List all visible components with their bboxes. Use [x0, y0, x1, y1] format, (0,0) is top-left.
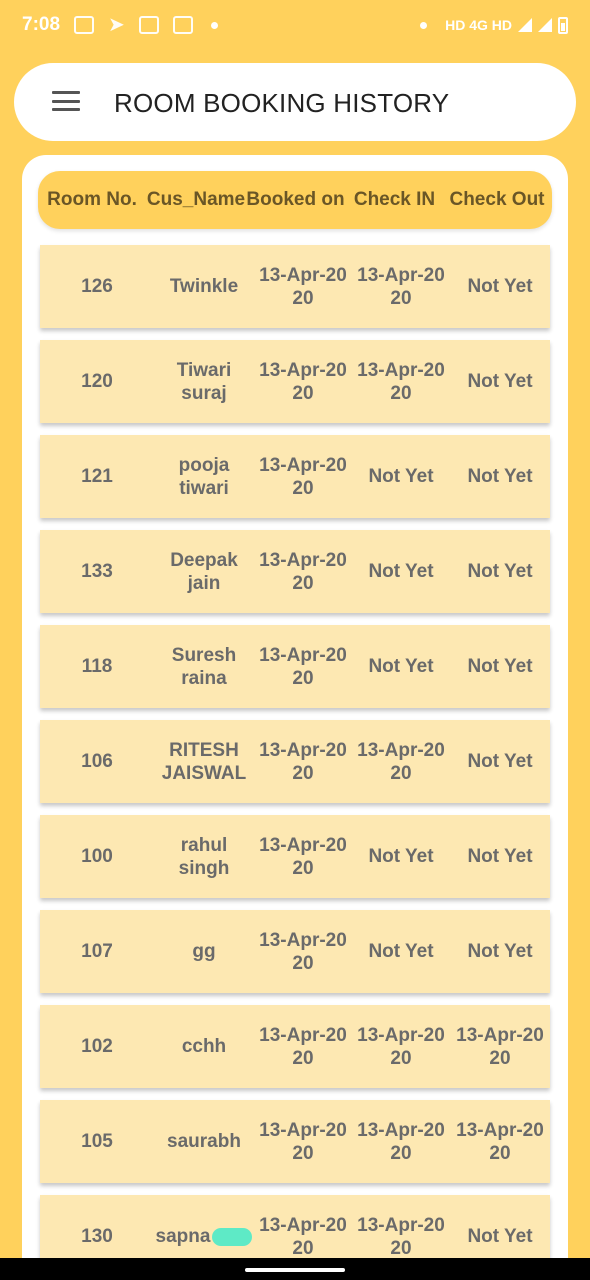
table-row[interactable]: 106 RITESH JAISWAL 13-Apr-20 20 13-Apr-20 20 No… — [40, 720, 550, 803]
cell-booked-on: 13-Apr-20 20 — [259, 454, 347, 499]
cell-booked-on: 13-Apr-20 20 — [259, 1214, 347, 1259]
cell-customer-name: Suresh raina — [171, 644, 237, 689]
cell-booked-on: 13-Apr-20 20 — [259, 834, 347, 879]
cell-room-no: 105 — [81, 1131, 113, 1152]
cell-booked-on: 13-Apr-20 20 — [259, 1024, 347, 1069]
cell-customer-name: Deepak jain — [170, 549, 238, 594]
cell-check-out: 13-Apr-20 20 — [456, 1024, 544, 1069]
table-row[interactable]: 107 gg 13-Apr-20 20 Not Yet Not Yet — [40, 910, 550, 993]
cell-room-no: 120 — [81, 371, 113, 392]
cell-customer-name: pooja tiwari — [178, 454, 230, 499]
signal-icon — [518, 18, 532, 32]
status-bar: 7:08 ➤ HD 4G HD — [0, 0, 590, 50]
cell-check-in: 13-Apr-20 20 — [357, 739, 445, 784]
cell-booked-on: 13-Apr-20 20 — [259, 739, 347, 784]
page-title: ROOM BOOKING HISTORY — [114, 88, 450, 118]
calculator-icon-2 — [172, 16, 193, 34]
cell-check-out: Not Yet — [467, 656, 533, 677]
cell-room-no: 106 — [81, 751, 113, 772]
cell-booked-on: 13-Apr-20 20 — [259, 1119, 347, 1164]
cell-check-out: Not Yet — [467, 846, 533, 867]
cell-room-no: 102 — [81, 1036, 113, 1057]
table-row[interactable]: 102 cchh 13-Apr-20 20 13-Apr-20 20 13-Apr-20 20 — [40, 1005, 550, 1088]
battery-icon — [558, 16, 568, 34]
table-row[interactable]: 130 sapna 13-Apr-20 20 13-Apr-20 20 Not Yet — [40, 1195, 550, 1265]
cell-check-out: Not Yet — [467, 1226, 533, 1247]
cell-check-out: Not Yet — [467, 751, 533, 772]
cell-room-no: 107 — [81, 941, 113, 962]
cell-check-in: 13-Apr-20 20 — [357, 1024, 445, 1069]
cell-check-in: Not Yet — [368, 846, 434, 867]
news-icon — [74, 16, 95, 34]
booking-list[interactable]: 126 Twinkle 13-Apr-20 20 13-Apr-20 20 Not Yet 1… — [40, 245, 550, 1265]
cell-booked-on: 13-Apr-20 20 — [259, 264, 347, 309]
cell-check-out: Not Yet — [467, 276, 533, 297]
column-header-check-in: Check IN — [353, 189, 436, 210]
cell-booked-on: 13-Apr-20 20 — [259, 359, 347, 404]
table-row[interactable]: 133 Deepak jain 13-Apr-20 20 Not Yet Not Yet — [40, 530, 550, 613]
column-header-check-out: Check Out — [449, 189, 545, 210]
column-header-room-no: Room No. — [47, 189, 137, 210]
cell-check-out: Not Yet — [467, 466, 533, 487]
table-row[interactable]: 100 rahul singh 13-Apr-20 20 Not Yet Not Yet — [40, 815, 550, 898]
cell-check-in: Not Yet — [368, 466, 434, 487]
cell-booked-on: 13-Apr-20 20 — [259, 929, 347, 974]
cell-customer-name: RITESH JAISWAL — [161, 739, 247, 784]
cell-check-in: 13-Apr-20 20 — [357, 1119, 445, 1164]
table-row[interactable]: 118 Suresh raina 13-Apr-20 20 Not Yet Not Yet — [40, 625, 550, 708]
status-time: 7:08 — [22, 14, 61, 35]
cell-customer-name: rahul singh — [178, 834, 230, 879]
cell-room-no: 133 — [81, 561, 113, 582]
cell-customer-name: saurabh — [167, 1131, 241, 1152]
table-row[interactable]: 105 saurabh 13-Apr-20 20 13-Apr-20 20 13-Apr-2… — [40, 1100, 550, 1183]
cell-check-out: Not Yet — [467, 941, 533, 962]
cell-booked-on: 13-Apr-20 20 — [259, 549, 347, 594]
app-header: ROOM BOOKING HISTORY — [14, 63, 576, 141]
cell-booked-on: 13-Apr-20 20 — [259, 644, 347, 689]
calculator-icon — [138, 16, 159, 34]
table-row[interactable]: 126 Twinkle 13-Apr-20 20 13-Apr-20 20 Not Yet — [40, 245, 550, 328]
cell-check-in: Not Yet — [368, 561, 434, 582]
system-nav-bar — [0, 1258, 590, 1280]
status-right: HD 4G HD — [416, 16, 568, 34]
table-header: Room No. Cus_Name Booked on Check IN Che… — [38, 171, 552, 229]
telegram-icon: ➤ — [108, 14, 125, 36]
cell-check-in: 13-Apr-20 20 — [357, 359, 445, 404]
home-gesture-handle[interactable] — [245, 1268, 345, 1272]
cell-check-in: 13-Apr-20 20 — [357, 264, 445, 309]
cell-room-no: 130 — [81, 1226, 113, 1247]
cell-room-no: 118 — [81, 656, 113, 677]
cell-customer-name: Tiwari suraj — [176, 359, 232, 404]
history-card: Room No. Cus_Name Booked on Check IN Che… — [22, 155, 568, 1265]
signal-icon-2 — [538, 18, 552, 32]
cell-check-out: Not Yet — [467, 561, 533, 582]
column-header-booked-on: Booked on — [246, 189, 345, 210]
cell-room-no: 121 — [81, 466, 113, 487]
column-header-cus-name: Cus_Name — [146, 189, 246, 210]
cell-check-out: 13-Apr-20 20 — [456, 1119, 544, 1164]
cell-customer-name: sapna — [154, 1225, 254, 1248]
cell-customer-name: Twinkle — [169, 276, 239, 297]
cell-customer-name: gg — [192, 941, 216, 962]
cell-check-in: Not Yet — [368, 656, 434, 677]
notification-dot-icon — [420, 21, 428, 29]
cell-room-no: 100 — [81, 846, 113, 867]
notification-dot-icon — [210, 21, 218, 29]
redaction-mark — [212, 1227, 253, 1246]
cell-check-out: Not Yet — [467, 371, 533, 392]
cell-check-in: 13-Apr-20 20 — [357, 1214, 445, 1259]
table-row[interactable]: 120 Tiwari suraj 13-Apr-20 20 13-Apr-20 20 Not … — [40, 340, 550, 423]
table-row[interactable]: 121 pooja tiwari 13-Apr-20 20 Not Yet Not Yet — [40, 435, 550, 518]
cell-room-no: 126 — [81, 276, 113, 297]
cell-check-in: Not Yet — [368, 941, 434, 962]
network-text: HD 4G HD — [445, 17, 512, 33]
hamburger-menu-icon[interactable] — [52, 91, 80, 111]
cell-customer-name: cchh — [181, 1036, 227, 1057]
